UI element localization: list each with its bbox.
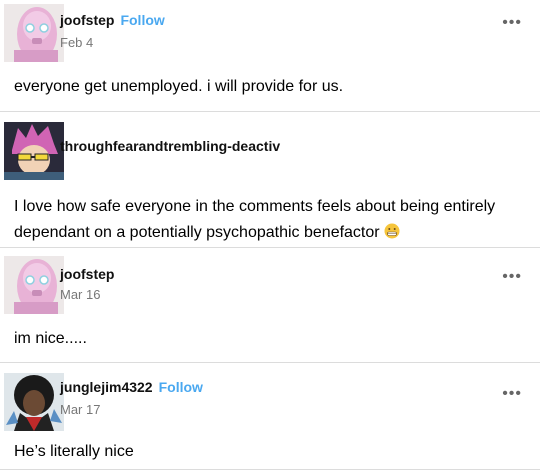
username[interactable]: throughfearandtrembling-deactiv [60,138,280,154]
afro-hero-avatar-icon [4,373,64,431]
username[interactable]: joofstep [60,266,114,282]
pink-armored-character-avatar-icon [4,4,64,62]
post-text: I love how safe everyone in the comments… [0,194,540,246]
post-date: Mar 16 [60,287,101,302]
post-text-content: I love how safe everyone in the comments… [14,198,496,241]
grimacing-face-icon [384,222,400,239]
follow-button[interactable]: Follow [120,12,164,28]
more-options-icon[interactable]: ••• [502,385,522,403]
post-meta: joofstep Mar 16 [60,266,114,302]
post-meta: joofstep Follow Feb 4 [60,12,165,50]
reply-post: junglejim4322 Follow Mar 17 ••• He’s lite… [0,363,540,470]
post-header: joofstep Mar 16 ••• [0,248,540,314]
reply-post: joofstep Mar 16 ••• im nice..... [0,248,540,363]
post-date: Mar 17 [60,402,101,417]
follow-button[interactable]: Follow [159,379,203,395]
post-text: He’s literally nice [14,443,134,460]
more-options-icon[interactable]: ••• [502,268,522,286]
username[interactable]: junglejim4322 [60,379,153,395]
post-meta: throughfearandtrembling-deactiv [60,138,280,156]
post-date: Feb 4 [60,35,94,50]
pink-hair-glasses-avatar-icon [4,122,64,180]
user-avatar[interactable] [4,256,64,314]
post-text: im nice..... [14,330,87,347]
post-meta: junglejim4322 Follow Mar 17 [60,379,203,417]
reply-post: throughfearandtrembling-deactiv I love h… [0,112,540,248]
reply-post: joofstep Follow Feb 4 ••• everyone get un… [0,0,540,112]
more-options-icon[interactable]: ••• [502,14,522,32]
post-text: everyone get unemployed. i will provide … [14,78,344,95]
username[interactable]: joofstep [60,12,114,28]
user-avatar[interactable] [4,122,64,180]
user-avatar[interactable] [4,4,64,62]
pink-armored-character-avatar-icon [4,256,64,314]
post-header: throughfearandtrembling-deactiv [0,112,540,180]
post-header: joofstep Follow Feb 4 ••• [0,0,540,62]
user-avatar[interactable] [4,373,64,431]
post-header: junglejim4322 Follow Mar 17 ••• [0,363,540,431]
